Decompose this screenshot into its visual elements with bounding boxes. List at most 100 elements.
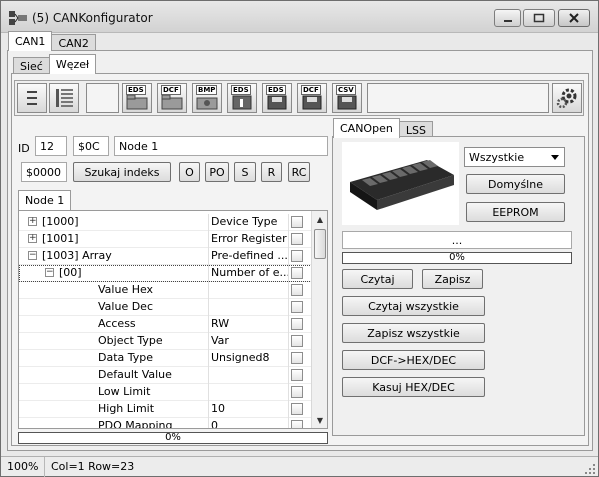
dcf-open-button[interactable]: DCF	[157, 83, 187, 113]
collapse-icon[interactable]: −	[45, 268, 54, 277]
tree-row-checkbox[interactable]	[291, 233, 303, 245]
search-index-button[interactable]: Szukaj indeks	[73, 162, 171, 182]
gears-icon	[556, 88, 577, 109]
maximize-button[interactable]	[523, 9, 555, 27]
bmp-open-button[interactable]: BMP	[192, 83, 222, 113]
filter-o-button[interactable]: O	[179, 162, 200, 182]
collapse-icon[interactable]: −	[28, 251, 37, 260]
tab-canopen[interactable]: CANOpen	[333, 118, 400, 138]
delete-hex-dec-button[interactable]: Kasuj HEX/DEC	[342, 377, 485, 397]
tab-siec[interactable]: Sieć	[13, 57, 50, 74]
defaults-button[interactable]: Domyślne	[466, 174, 565, 194]
csv-save-button[interactable]: CSV	[332, 83, 362, 113]
scroll-thumb[interactable]	[314, 229, 326, 259]
minimize-button[interactable]	[494, 9, 521, 27]
toolbar: EDS DCF BMP EDS EDS DCF CSV	[14, 80, 584, 116]
tree-row-checkbox[interactable]	[291, 403, 303, 415]
tree-row-checkbox[interactable]	[291, 318, 303, 330]
eds-open-button[interactable]: EDS	[122, 83, 152, 113]
tab-can1[interactable]: CAN1	[8, 31, 53, 51]
node-id-hex-field[interactable]: $0C	[73, 136, 109, 156]
filter-select[interactable]: Wszystkie	[464, 147, 565, 167]
right-progress-bar: 0%	[342, 252, 572, 264]
tree-row-checkbox[interactable]	[291, 352, 303, 364]
status-field: ...	[342, 231, 572, 249]
eeprom-button[interactable]: EEPROM	[466, 202, 565, 222]
tree-row[interactable]: Value Dec	[19, 299, 312, 316]
tree-row-name: Low Limit	[98, 384, 209, 401]
index-field[interactable]: $0000	[21, 162, 67, 182]
tree-row[interactable]: Value Hex	[19, 282, 312, 299]
filter-po-button[interactable]: PO	[205, 162, 229, 182]
sub-tabs: Sieć Węzeł	[13, 54, 97, 74]
tree-row-checkbox[interactable]	[291, 369, 303, 381]
tree-row-name: [00]	[59, 265, 209, 282]
tree-row-value	[209, 384, 289, 401]
tree-row[interactable]: High Limit 10	[19, 401, 312, 418]
tree-row-checkbox[interactable]	[291, 284, 303, 296]
window-title: (5) CANKonfigurator	[32, 11, 153, 25]
tree-row-name: [1000]	[42, 214, 209, 231]
tree-row-value: Unsigned8	[209, 350, 289, 367]
filter-r-button[interactable]: R	[261, 162, 282, 182]
node-name-field[interactable]: Node 1	[114, 136, 328, 156]
eds-save-button[interactable]: EDS	[262, 83, 292, 113]
expand-icon[interactable]: +	[28, 234, 37, 243]
columns-view-button[interactable]	[49, 83, 79, 113]
close-icon	[569, 13, 579, 23]
tree-row-checkbox[interactable]	[291, 267, 303, 279]
tree-row-name: Object Type	[98, 333, 209, 350]
write-button[interactable]: Zapisz	[422, 269, 483, 289]
tree-row[interactable]: Low Limit	[19, 384, 312, 401]
eds-badge: EDS	[266, 85, 286, 95]
write-all-button[interactable]: Zapisz wszystkie	[342, 323, 485, 343]
resize-grip-icon[interactable]	[584, 463, 596, 475]
tree-row[interactable]: + [1000] Device Type	[19, 214, 312, 231]
maximize-icon	[533, 13, 545, 23]
filter-rc-button[interactable]: RC	[288, 162, 310, 182]
tree-row-checkbox[interactable]	[291, 386, 303, 398]
tab-node-1[interactable]: Node 1	[18, 190, 72, 210]
tab-wezel[interactable]: Węzeł	[48, 54, 97, 74]
node-id-field[interactable]: 12	[35, 136, 67, 156]
eds-info-button[interactable]: EDS	[227, 83, 257, 113]
tree-row[interactable]: Default Value	[19, 367, 312, 384]
expand-icon[interactable]: +	[28, 217, 37, 226]
tree-row[interactable]: − [1003] Array Pre-defined ...	[19, 248, 312, 265]
tree-row[interactable]: Data Type Unsigned8	[19, 350, 312, 367]
dcf-hex-dec-button[interactable]: DCF->HEX/DEC	[342, 350, 485, 370]
tree-row-name: Value Hex	[98, 282, 209, 299]
tree-row[interactable]: + [1001] Error Register	[19, 231, 312, 248]
tree-row-checkbox[interactable]	[291, 216, 303, 228]
tree-row-value: Var	[209, 333, 289, 350]
tree-row[interactable]: Object Type Var	[19, 333, 312, 350]
tree-row-value: 0	[209, 418, 289, 428]
scroll-down-arrow-icon[interactable]: ▼	[312, 412, 327, 428]
close-button[interactable]	[558, 9, 590, 27]
settings-button[interactable]	[552, 83, 582, 113]
tab-can2[interactable]: CAN2	[51, 34, 96, 51]
tree-row-name: Data Type	[98, 350, 209, 367]
zoom-status: 100%	[1, 457, 45, 477]
tree-row-value: Number of e...	[209, 265, 289, 282]
list-view-button[interactable]	[17, 83, 47, 113]
scroll-up-arrow-icon[interactable]: ▲	[312, 211, 327, 227]
tree-row[interactable]: − [00] Number of e...	[19, 265, 312, 282]
dcf-save-button[interactable]: DCF	[297, 83, 327, 113]
tree-row-name: PDO Mapping	[98, 418, 209, 428]
tree-row-checkbox[interactable]	[291, 250, 303, 262]
tree-row-checkbox[interactable]	[291, 335, 303, 347]
id-label: ID	[18, 142, 30, 155]
tree-row-checkbox[interactable]	[291, 301, 303, 313]
tree-row-value	[209, 299, 289, 316]
cursor-position-status: Col=1 Row=23	[51, 460, 135, 473]
tree-row-name: Access	[98, 316, 209, 333]
read-all-button[interactable]: Czytaj wszystkie	[342, 296, 485, 316]
tree-row[interactable]: PDO Mapping 0	[19, 418, 312, 428]
tree-row-checkbox[interactable]	[291, 420, 303, 428]
tree-scrollbar[interactable]: ▲ ▼	[311, 211, 327, 428]
tree-row[interactable]: Access RW	[19, 316, 312, 333]
read-button[interactable]: Czytaj	[342, 269, 413, 289]
filter-s-button[interactable]: S	[234, 162, 256, 182]
tree-progress-text: 0%	[165, 432, 181, 443]
